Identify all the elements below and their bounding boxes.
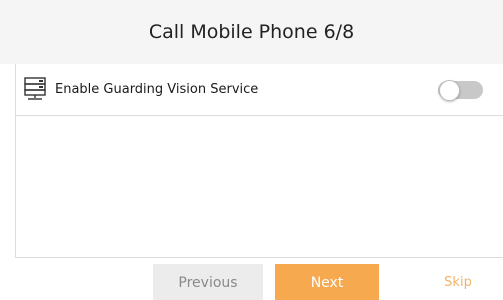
guarding-vision-toggle[interactable] [438, 80, 483, 101]
server-icon [24, 77, 46, 101]
setting-label: Enable Guarding Vision Service [55, 82, 259, 97]
header-bar: Call Mobile Phone 6/8 [0, 0, 503, 64]
skip-button[interactable]: Skip [428, 264, 488, 300]
page-title: Call Mobile Phone 6/8 [148, 21, 355, 43]
wizard-footer: Previous Next Skip [15, 257, 503, 300]
previous-button[interactable]: Previous [153, 264, 263, 300]
toggle-knob [439, 80, 460, 101]
next-button[interactable]: Next [275, 264, 379, 300]
guarding-vision-setting-row: Enable Guarding Vision Service [15, 64, 503, 116]
wizard-screen: Call Mobile Phone 6/8 Enable Guarding Vi… [0, 0, 503, 300]
